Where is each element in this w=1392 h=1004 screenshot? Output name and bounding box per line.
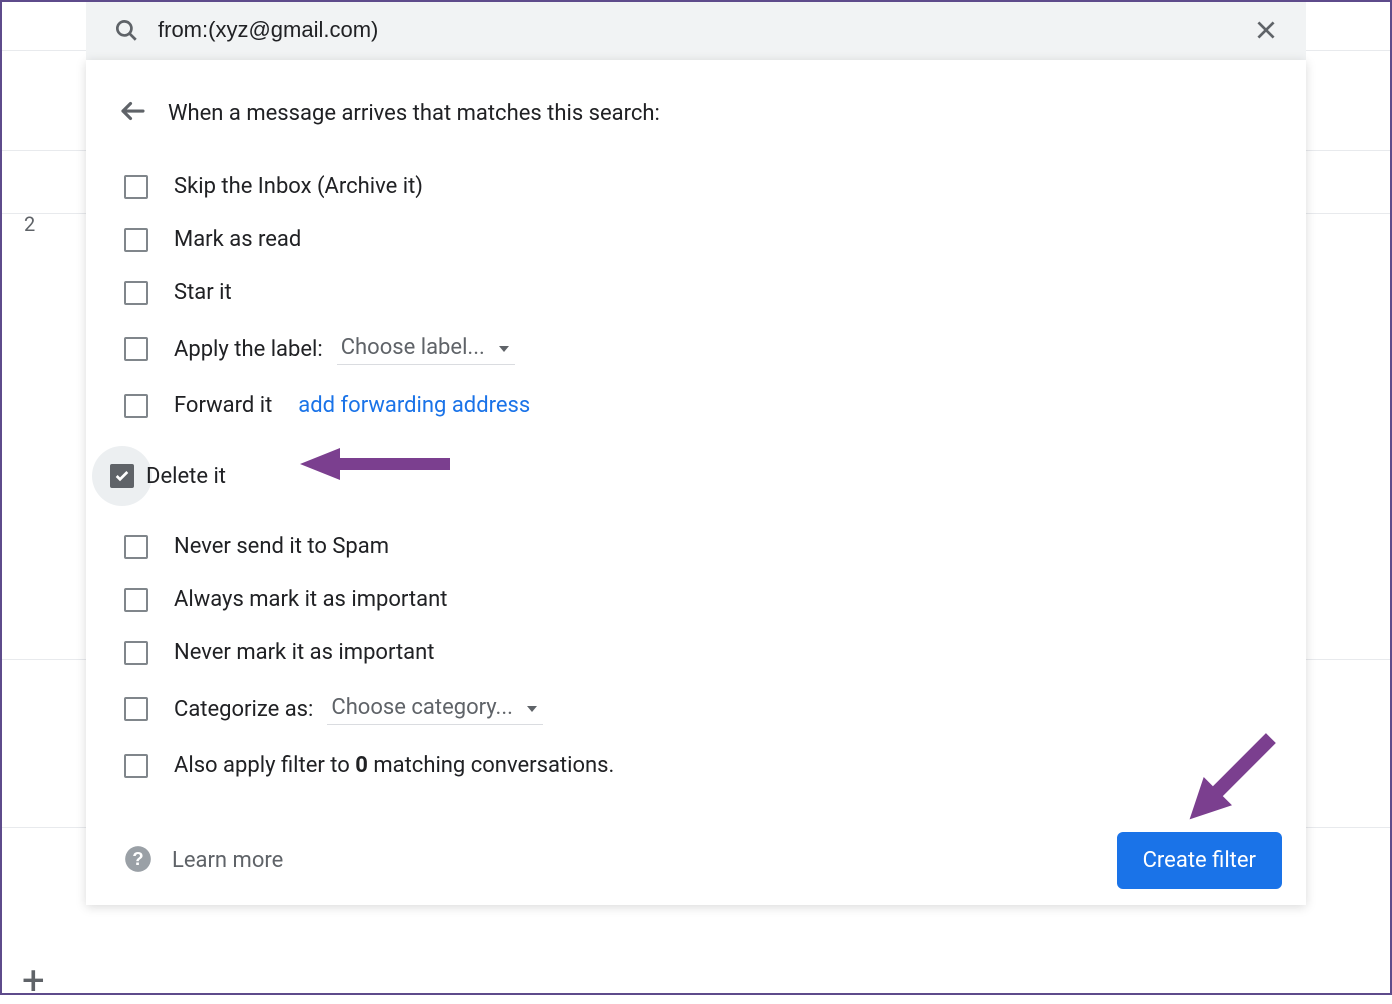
label-also-apply: Also apply filter to 0 matching conversa… bbox=[174, 753, 614, 778]
checkbox-delete-it[interactable] bbox=[110, 464, 134, 488]
panel-title: When a message arrives that matches this… bbox=[168, 101, 660, 126]
footer-left: ? Learn more bbox=[124, 845, 283, 877]
filter-panel: When a message arrives that matches this… bbox=[86, 60, 1306, 905]
sidebar-count: 2 bbox=[24, 212, 35, 236]
label-mark-read: Mark as read bbox=[174, 227, 301, 252]
option-never-spam: Never send it to Spam bbox=[110, 520, 1282, 573]
option-apply-label: Apply the label: Choose label... bbox=[110, 319, 1282, 379]
label-never-important: Never mark it as important bbox=[174, 640, 434, 665]
label-never-spam: Never send it to Spam bbox=[174, 534, 389, 559]
label-categorize-as: Categorize as: bbox=[174, 697, 313, 722]
checkbox-always-important[interactable] bbox=[124, 588, 148, 612]
also-apply-post: matching conversations. bbox=[368, 753, 614, 778]
checkbox-never-important[interactable] bbox=[124, 641, 148, 665]
search-icon[interactable] bbox=[106, 17, 146, 43]
checkbox-never-spam[interactable] bbox=[124, 535, 148, 559]
label-apply-label: Apply the label: bbox=[174, 337, 323, 362]
label-delete-it: Delete it bbox=[146, 464, 226, 489]
select-choose-label[interactable]: Choose label... bbox=[337, 333, 515, 365]
annotation-arrow-icon bbox=[300, 446, 450, 482]
checkbox-ripple bbox=[92, 446, 152, 506]
option-star-it: Star it bbox=[110, 266, 1282, 319]
checkbox-categorize-as[interactable] bbox=[124, 697, 148, 721]
checkbox-mark-read[interactable] bbox=[124, 228, 148, 252]
back-arrow-icon[interactable] bbox=[118, 96, 148, 130]
select-choose-category-text: Choose category... bbox=[331, 695, 513, 720]
option-skip-inbox: Skip the Inbox (Archive it) bbox=[110, 160, 1282, 213]
chevron-down-icon bbox=[499, 346, 509, 352]
label-star-it: Star it bbox=[174, 280, 232, 305]
label-skip-inbox: Skip the Inbox (Archive it) bbox=[174, 174, 423, 199]
option-delete-it: Delete it bbox=[110, 432, 1282, 520]
checkbox-star-it[interactable] bbox=[124, 281, 148, 305]
option-also-apply: Also apply filter to 0 matching conversa… bbox=[110, 739, 1282, 792]
help-icon[interactable]: ? bbox=[124, 845, 152, 877]
search-bar bbox=[86, 0, 1306, 60]
create-filter-button[interactable]: Create filter bbox=[1117, 832, 1282, 889]
option-categorize-as: Categorize as: Choose category... bbox=[110, 679, 1282, 739]
select-choose-label-text: Choose label... bbox=[341, 335, 485, 360]
create-filter-wrap: Create filter bbox=[1117, 832, 1282, 889]
select-choose-category[interactable]: Choose category... bbox=[327, 693, 543, 725]
close-icon[interactable] bbox=[1246, 17, 1286, 43]
checkbox-apply-label[interactable] bbox=[124, 337, 148, 361]
option-always-important: Always mark it as important bbox=[110, 573, 1282, 626]
panel-footer: ? Learn more Create filter bbox=[110, 814, 1282, 889]
label-forward-it: Forward it bbox=[174, 393, 272, 418]
label-always-important: Always mark it as important bbox=[174, 587, 447, 612]
search-input[interactable] bbox=[146, 9, 1246, 51]
checkbox-forward-it[interactable] bbox=[124, 394, 148, 418]
svg-text:?: ? bbox=[132, 847, 143, 868]
link-learn-more[interactable]: Learn more bbox=[172, 848, 283, 873]
also-apply-pre: Also apply filter to bbox=[174, 753, 355, 778]
panel-header: When a message arrives that matches this… bbox=[110, 96, 1282, 130]
option-forward-it: Forward it add forwarding address bbox=[110, 379, 1282, 432]
chevron-down-icon bbox=[527, 706, 537, 712]
option-never-important: Never mark it as important bbox=[110, 626, 1282, 679]
link-add-forwarding-address[interactable]: add forwarding address bbox=[298, 393, 530, 418]
checkbox-also-apply[interactable] bbox=[124, 754, 148, 778]
checkbox-skip-inbox[interactable] bbox=[124, 175, 148, 199]
also-apply-count: 0 bbox=[355, 753, 368, 778]
plus-icon[interactable]: + bbox=[22, 961, 45, 1001]
option-mark-read: Mark as read bbox=[110, 213, 1282, 266]
